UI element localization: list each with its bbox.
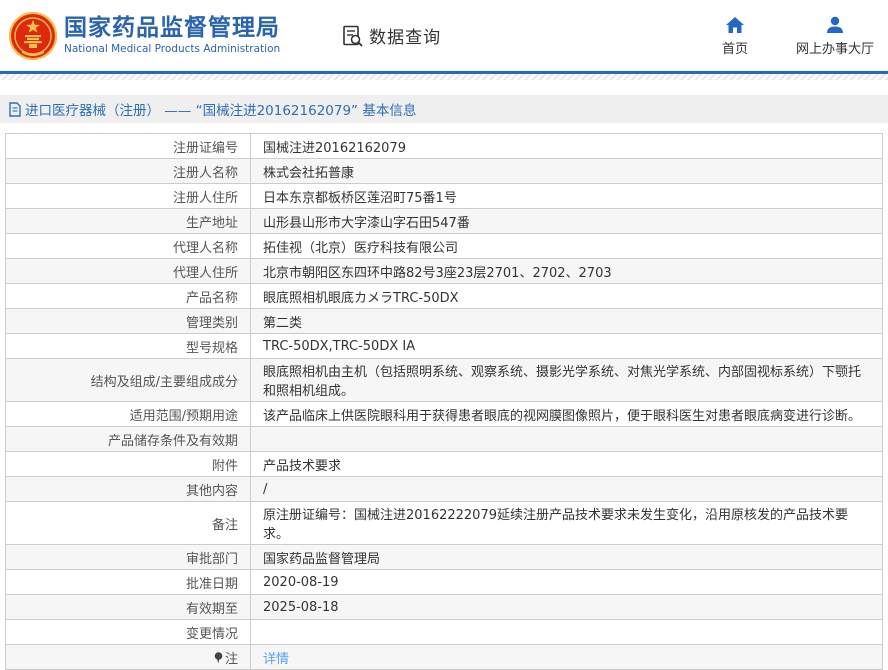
row-label: 批准日期 xyxy=(6,570,251,595)
row-label: 有效期至 xyxy=(6,595,251,620)
registration-info-table: 注册证编号国械注进20162162079注册人名称株式会社拓普康注册人住所日本东… xyxy=(5,133,883,670)
row-value: TRC-50DX,TRC-50DX IA xyxy=(251,334,883,359)
table-row: 注册人住所日本东京都板桥区莲沼町75番1号 xyxy=(6,184,883,209)
row-label: 代理人住所 xyxy=(6,259,251,284)
table-row: 产品储存条件及有效期 xyxy=(6,427,883,452)
row-label: 适用范围/预期用途 xyxy=(6,402,251,427)
table-row: 注册证编号国械注进20162162079 xyxy=(6,134,883,159)
row-label: 代理人名称 xyxy=(6,234,251,259)
row-value xyxy=(251,427,883,452)
data-query-section: 数据查询 xyxy=(342,23,441,48)
brand-block: 国家药品监督管理局 National Medical Products Admi… xyxy=(64,16,280,55)
nav-home-label: 首页 xyxy=(722,38,748,57)
table-row: 变更情况 xyxy=(6,620,883,645)
table-row: 备注原注册证编号：国械注进20162222079延续注册产品技术要求未发生变化，… xyxy=(6,502,883,545)
row-label: 备注 xyxy=(6,502,251,545)
row-label: 产品储存条件及有效期 xyxy=(6,427,251,452)
user-icon xyxy=(825,15,845,35)
row-label: 注册人住所 xyxy=(6,184,251,209)
site-header: 国家药品监督管理局 National Medical Products Admi… xyxy=(0,0,888,71)
row-label: 审批部门 xyxy=(6,545,251,570)
row-value: 产品技术要求 xyxy=(251,452,883,477)
row-label: 注册证编号 xyxy=(6,134,251,159)
row-value: 第二类 xyxy=(251,309,883,334)
table-row: 代理人住所北京市朝阳区东四环中路82号3座23层2701、2702、2703 xyxy=(6,259,883,284)
row-label: 产品名称 xyxy=(6,284,251,309)
brand-title: 国家药品监督管理局 xyxy=(64,16,280,41)
page-title-band: 进口医疗器械（注册） —— “国械注进20162162079” 基本信息 xyxy=(0,95,888,123)
page-title: 进口医疗器械（注册） —— “国械注进20162162079” 基本信息 xyxy=(25,99,416,119)
row-label: 生产地址 xyxy=(6,209,251,234)
row-value: 原注册证编号：国械注进20162222079延续注册产品技术要求未发生变化，沿用… xyxy=(251,502,883,545)
table-row: 代理人名称拓佳视（北京）医疗科技有限公司 xyxy=(6,234,883,259)
nav-home[interactable]: 首页 xyxy=(722,15,748,57)
row-value: / xyxy=(251,477,883,502)
row-value: 国家药品监督管理局 xyxy=(251,545,883,570)
row-label: 管理类别 xyxy=(6,309,251,334)
table-row: 其他内容/ xyxy=(6,477,883,502)
table-row: 产品名称眼底照相机眼底カメラTRC-50DX xyxy=(6,284,883,309)
row-label: 型号规格 xyxy=(6,334,251,359)
table-row: 适用范围/预期用途该产品临床上供医院眼科用于获得患者眼底的视网膜图像照片，便于眼… xyxy=(6,402,883,427)
row-value: 北京市朝阳区东四环中路82号3座23层2701、2702、2703 xyxy=(251,259,883,284)
row-value: 该产品临床上供医院眼科用于获得患者眼底的视网膜图像照片，便于眼科医生对患者眼底病… xyxy=(251,402,883,427)
info-table-body: 注册证编号国械注进20162162079注册人名称株式会社拓普康注册人住所日本东… xyxy=(6,134,883,670)
table-row: 附件产品技术要求 xyxy=(6,452,883,477)
row-value: 山形县山形市大字漆山字石田547番 xyxy=(251,209,883,234)
table-row: 管理类别第二类 xyxy=(6,309,883,334)
row-value: 2025-08-18 xyxy=(251,595,883,620)
registration-info-table-wrap: 注册证编号国械注进20162162079注册人名称株式会社拓普康注册人住所日本东… xyxy=(5,133,883,670)
nav-online-hall[interactable]: 网上办事大厅 xyxy=(796,15,874,57)
data-query-icon xyxy=(342,25,364,47)
row-label: 附件 xyxy=(6,452,251,477)
table-row: 有效期至2025-08-18 xyxy=(6,595,883,620)
data-query-label: 数据查询 xyxy=(369,23,441,48)
hatch-strip xyxy=(0,74,888,80)
table-row: 批准日期2020-08-19 xyxy=(6,570,883,595)
row-value: 详情 xyxy=(251,645,883,670)
row-label: 注册人名称 xyxy=(6,159,251,184)
table-row: 型号规格TRC-50DX,TRC-50DX IA xyxy=(6,334,883,359)
row-value: 株式会社拓普康 xyxy=(251,159,883,184)
row-label: 结构及组成/主要组成成分 xyxy=(6,359,251,402)
row-label: 其他内容 xyxy=(6,477,251,502)
row-label: 注 xyxy=(6,645,251,670)
row-label: 变更情况 xyxy=(6,620,251,645)
table-row: 生产地址山形县山形市大字漆山字石田547番 xyxy=(6,209,883,234)
row-value: 日本东京都板桥区莲沼町75番1号 xyxy=(251,184,883,209)
table-row: 结构及组成/主要组成成分眼底照相机由主机（包括照明系统、观察系统、摄影光学系统、… xyxy=(6,359,883,402)
home-icon xyxy=(725,15,745,35)
table-row: 注册人名称株式会社拓普康 xyxy=(6,159,883,184)
row-value: 拓佳视（北京）医疗科技有限公司 xyxy=(251,234,883,259)
row-value: 眼底照相机眼底カメラTRC-50DX xyxy=(251,284,883,309)
table-row: 审批部门国家药品监督管理局 xyxy=(6,545,883,570)
nav-online-hall-label: 网上办事大厅 xyxy=(796,38,874,57)
table-row: 注详情 xyxy=(6,645,883,670)
row-value: 国械注进20162162079 xyxy=(251,134,883,159)
detail-link[interactable]: 详情 xyxy=(263,652,289,667)
document-icon xyxy=(8,102,22,117)
note-pin-icon xyxy=(214,652,223,664)
national-emblem-logo xyxy=(8,11,58,61)
brand-subtitle: National Medical Products Administration xyxy=(64,43,280,55)
row-value: 眼底照相机由主机（包括照明系统、观察系统、摄影光学系统、对焦光学系统、内部固视标… xyxy=(251,359,883,402)
row-value: 2020-08-19 xyxy=(251,570,883,595)
row-value xyxy=(251,620,883,645)
